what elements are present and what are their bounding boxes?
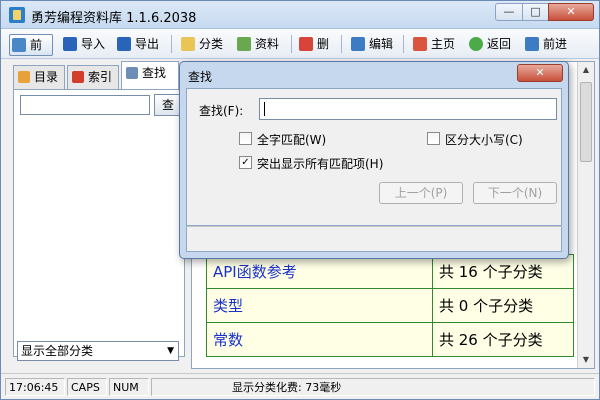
export-icon: [117, 37, 131, 51]
contents-icon: [18, 71, 30, 83]
dialog-title: 查找: [188, 70, 213, 84]
next-button[interactable]: 下一个(N): [473, 182, 557, 204]
find-dialog: 查找 ✕ 查找(F): 全字匹配(W) 区分大小写(C) ✓ 突出显示所有匹配项…: [179, 61, 569, 259]
status-caps: CAPS: [67, 378, 107, 396]
tab-index[interactable]: 索引: [67, 65, 119, 89]
dialog-close-button[interactable]: ✕: [517, 64, 563, 82]
front-button[interactable]: 前: [9, 34, 53, 56]
scroll-up-icon[interactable]: ▲: [578, 62, 594, 78]
export-button[interactable]: 导出: [115, 34, 159, 56]
app-icon: [9, 7, 25, 23]
minimize-button[interactable]: —: [495, 3, 523, 21]
edit-button[interactable]: 编辑: [349, 34, 393, 56]
folder-add-icon: [181, 37, 195, 51]
table-row: 常数 共 26 个子分类: [206, 322, 574, 357]
highlight-all-label: 突出显示所有匹配项(H): [257, 157, 384, 171]
status-message: 显示分类化费: 73毫秒: [151, 378, 595, 396]
back-button[interactable]: 返回: [467, 34, 511, 56]
text-caret: [264, 102, 265, 116]
maximize-button[interactable]: □: [522, 3, 549, 21]
dialog-footer: [186, 226, 562, 252]
vertical-scrollbar[interactable]: ▲ ▼: [577, 62, 594, 368]
home-icon: [413, 37, 427, 51]
whole-word-checkbox[interactable]: [239, 132, 252, 145]
add-category-button[interactable]: 分类: [179, 34, 223, 56]
left-panel: 目录 索引 查找 查: [7, 61, 185, 369]
delete-button[interactable]: 删: [297, 34, 329, 56]
toolbar: 前 导入 导出 分类 资料 删 编辑 主页 返回 前进: [1, 29, 599, 59]
add-material-button[interactable]: 资料: [235, 34, 279, 56]
subcategory-count: 共 16 个子分类: [432, 254, 574, 289]
forward-button[interactable]: 前进: [523, 34, 567, 56]
import-icon: [63, 37, 77, 51]
title-bar: 勇芳编程资料库 1.1.6.2038 — □ ✕: [1, 1, 599, 29]
search-pane: 查: [13, 89, 185, 357]
find-input[interactable]: [259, 98, 557, 120]
category-select[interactable]: 显示全部分类 ▼: [17, 341, 179, 361]
find-label: 查找(F):: [199, 104, 244, 118]
previous-button[interactable]: 上一个(P): [379, 182, 463, 204]
toolbar-separator: [341, 35, 342, 53]
scroll-thumb[interactable]: [580, 82, 592, 162]
table-row: 类型 共 0 个子分类: [206, 288, 574, 323]
category-link[interactable]: 类型: [206, 288, 433, 323]
dialog-body: 查找(F): 全字匹配(W) 区分大小写(C) ✓ 突出显示所有匹配项(H) 上…: [186, 88, 562, 226]
window-title: 勇芳编程资料库 1.1.6.2038: [31, 11, 197, 26]
toolbar-separator: [291, 35, 292, 53]
highlight-all-checkbox[interactable]: ✓: [239, 156, 252, 169]
status-bar: 17:06:45 CAPS NUM 显示分类化费: 73毫秒: [1, 373, 599, 399]
status-num: NUM: [109, 378, 149, 396]
category-link[interactable]: 常数: [206, 322, 433, 357]
pencil-icon: [351, 37, 365, 51]
status-time: 17:06:45: [5, 378, 65, 396]
tab-contents[interactable]: 目录: [13, 65, 65, 89]
search-input[interactable]: [20, 95, 150, 115]
toolbar-separator: [171, 35, 172, 53]
chevron-down-icon: ▼: [167, 346, 174, 356]
import-button[interactable]: 导入: [61, 34, 105, 56]
search-icon: [126, 67, 138, 79]
home-button[interactable]: 主页: [411, 34, 455, 56]
close-button[interactable]: ✕: [548, 3, 594, 21]
window-icon: [12, 38, 26, 52]
scroll-down-icon[interactable]: ▼: [578, 352, 594, 368]
forward-icon: [525, 37, 539, 51]
table-row: API函数参考 共 16 个子分类: [206, 254, 574, 289]
toolbar-separator: [403, 35, 404, 53]
whole-word-label: 全字匹配(W): [257, 133, 327, 147]
main-window: 勇芳编程资料库 1.1.6.2038 — □ ✕ 前 导入 导出 分类 资料 删…: [0, 0, 600, 400]
match-case-checkbox[interactable]: [427, 132, 440, 145]
category-link[interactable]: API函数参考: [206, 254, 433, 289]
tab-search[interactable]: 查找: [121, 61, 179, 89]
left-tabs: 目录 索引 查找: [13, 61, 185, 89]
back-icon: [469, 37, 483, 51]
category-table: API函数参考 共 16 个子分类 类型 共 0 个子分类 常数 共 26 个子…: [206, 254, 574, 357]
index-icon: [72, 71, 84, 83]
document-add-icon: [237, 37, 251, 51]
match-case-label: 区分大小写(C): [445, 133, 523, 147]
subcategory-count: 共 0 个子分类: [432, 288, 574, 323]
delete-icon: [299, 37, 313, 51]
subcategory-count: 共 26 个子分类: [432, 322, 574, 357]
search-button[interactable]: 查: [154, 94, 182, 116]
